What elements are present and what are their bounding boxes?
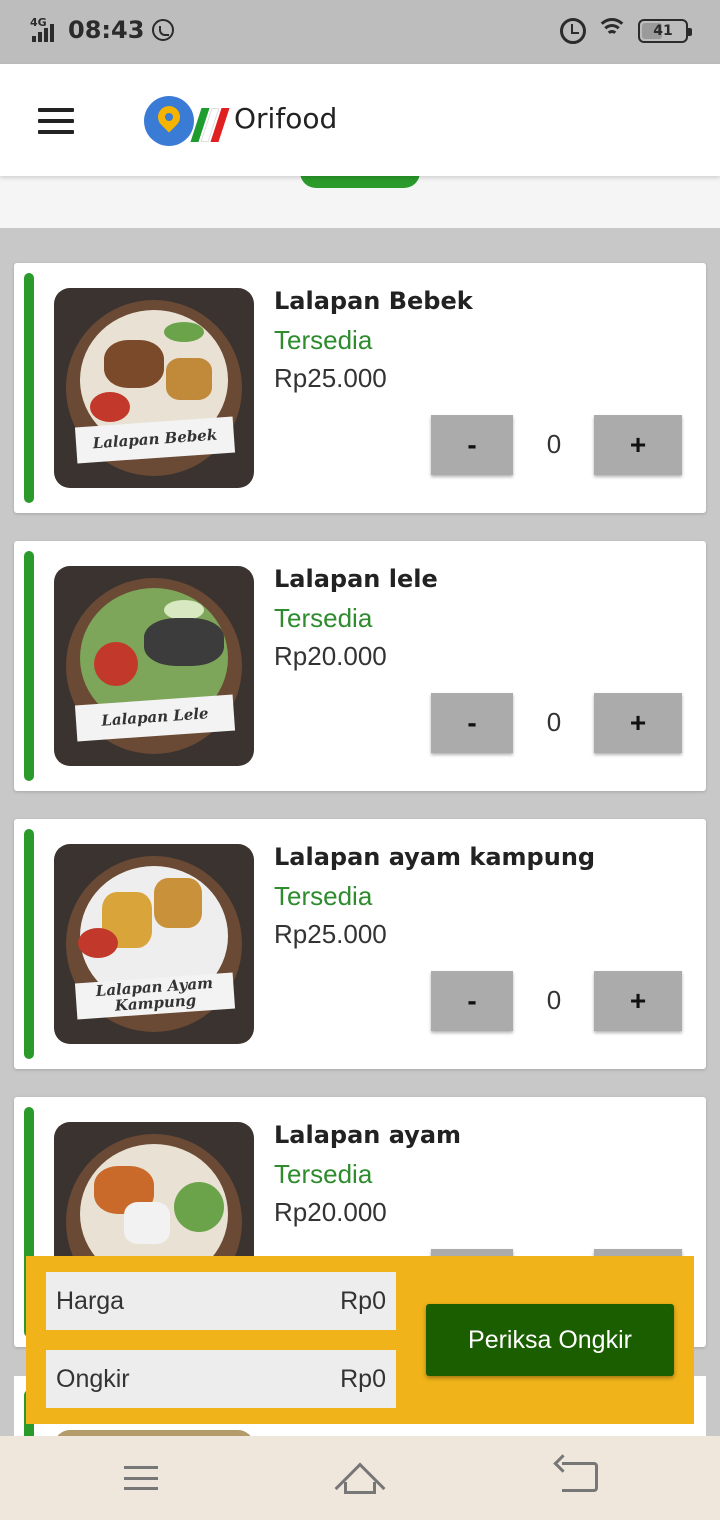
card-accent [24, 273, 34, 503]
menu-icon[interactable] [38, 108, 74, 134]
increase-button[interactable]: + [594, 693, 682, 753]
battery-icon: 41 [638, 19, 692, 43]
card-accent [24, 551, 34, 781]
item-status: Tersedia [274, 325, 373, 355]
item-quantity: 0 [546, 985, 562, 1015]
menu-item-card: Lalapan Ayam Kampung Lalapan ayam kampun… [14, 819, 706, 1069]
item-status: Tersedia [274, 881, 373, 911]
menu-item-card: Lalapan Lele Lalapan lele Tersedia Rp20.… [14, 541, 706, 791]
app-title: Orifood [234, 102, 338, 135]
food-image: Lalapan Lele [54, 566, 254, 766]
item-status: Tersedia [274, 1159, 373, 1189]
item-price: Rp25.000 [274, 363, 387, 393]
decrease-button[interactable]: - [431, 971, 513, 1031]
increase-button[interactable]: + [594, 415, 682, 475]
increase-button[interactable]: + [594, 971, 682, 1031]
item-status: Tersedia [274, 603, 373, 633]
recent-apps-icon[interactable] [124, 1466, 158, 1490]
decrease-button[interactable]: - [431, 415, 513, 475]
orifood-logo [144, 94, 230, 146]
category-band [0, 170, 720, 228]
ongkir-row: Ongkir Rp0 [46, 1350, 396, 1408]
app-bar: Orifood [0, 64, 720, 176]
harga-label: Harga [56, 1286, 125, 1315]
status-left: 4G 08:43 [30, 16, 175, 44]
status-time: 08:43 [68, 16, 145, 44]
item-name: Lalapan lele [274, 565, 438, 593]
whatsapp-icon [152, 19, 175, 41]
item-price: Rp25.000 [274, 919, 387, 949]
status-right: 41 [560, 18, 692, 44]
food-image: Lalapan Bebek [54, 288, 254, 488]
item-name: Lalapan ayam kampung [274, 843, 596, 871]
item-price: Rp20.000 [274, 641, 387, 671]
status-bar: 4G 08:43 41 [0, 0, 720, 64]
signal-icon: 4G [30, 16, 60, 44]
ongkir-value: Rp0 [340, 1364, 386, 1393]
harga-row: Harga Rp0 [46, 1272, 396, 1330]
item-price: Rp20.000 [274, 1197, 387, 1227]
item-quantity: 0 [546, 707, 562, 737]
back-icon[interactable] [562, 1462, 598, 1492]
item-name: Lalapan Bebek [274, 287, 473, 315]
item-name: Lalapan ayam [274, 1121, 462, 1149]
order-summary: Harga Rp0 Ongkir Rp0 Periksa Ongkir [26, 1256, 694, 1424]
harga-value: Rp0 [340, 1286, 386, 1315]
decrease-button[interactable]: - [431, 693, 513, 753]
card-accent [24, 829, 34, 1059]
alarm-icon [560, 18, 586, 44]
food-image: Lalapan Ayam Kampung [54, 844, 254, 1044]
ongkir-label: Ongkir [56, 1364, 130, 1393]
home-icon[interactable] [334, 1460, 386, 1514]
battery-level: 41 [653, 23, 673, 39]
menu-item-card: Lalapan Bebek Lalapan Bebek Tersedia Rp2… [14, 263, 706, 513]
check-shipping-button[interactable]: Periksa Ongkir [426, 1304, 674, 1376]
wifi-icon [596, 18, 628, 44]
item-quantity: 0 [546, 429, 562, 459]
system-nav-bar [0, 1436, 720, 1520]
